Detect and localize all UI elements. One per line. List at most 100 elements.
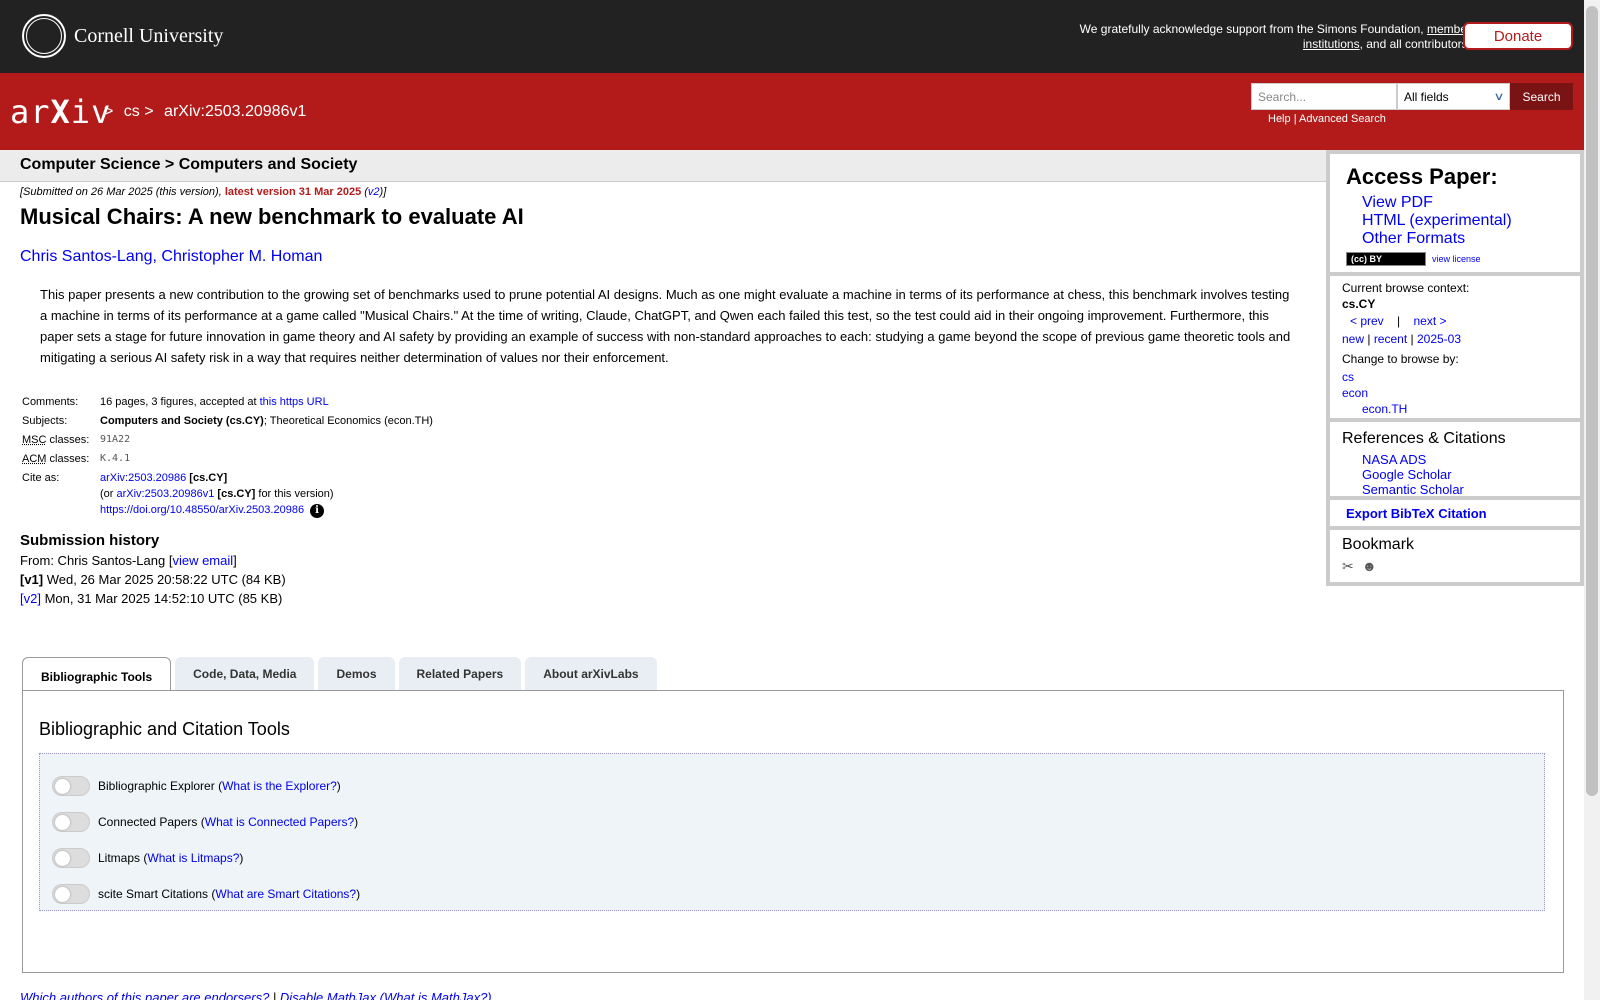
tab-code-data-media[interactable]: Code, Data, Media: [175, 657, 315, 691]
v2-close: )]: [379, 186, 387, 198]
cc-by-badge[interactable]: (cc) BY: [1346, 252, 1426, 266]
breadcrumb-sep: >: [104, 103, 114, 120]
html-link[interactable]: HTML (experimental): [1362, 212, 1580, 230]
comments-url-link[interactable]: this https URL: [260, 396, 329, 408]
scrollbar-thumb[interactable]: [1586, 6, 1598, 796]
msc-row: MSC classes: 91A22: [20, 434, 1320, 453]
access-paper-box: Access Paper: View PDF HTML (experimenta…: [1330, 154, 1580, 272]
endorsers-link[interactable]: Which authors of this paper are endorser…: [20, 990, 269, 1000]
disable-mathjax-link[interactable]: Disable MathJax: [280, 990, 376, 1000]
export-bibtex-link[interactable]: Export BibTeX Citation: [1330, 500, 1580, 521]
latest-version-link[interactable]: latest version 31 Mar 2025: [225, 186, 361, 198]
scrollbar[interactable]: [1584, 0, 1600, 1000]
nasa-ads-link[interactable]: NASA ADS: [1362, 452, 1580, 467]
metadata-table: Comments: 16 pages, 3 figures, accepted …: [20, 396, 1320, 518]
tab-related-papers[interactable]: Related Papers: [398, 657, 522, 691]
advanced-search-link[interactable]: Advanced Search: [1299, 113, 1386, 125]
authors: Chris Santos-Lang, Christopher M. Homan: [20, 248, 1320, 266]
logo-part-x: X: [50, 93, 71, 131]
secondary-subject: ; Theoretical Economics (econ.TH): [263, 415, 433, 427]
doi-link[interactable]: https://doi.org/10.48550/arXiv.2503.2098…: [100, 504, 304, 516]
v2-link[interactable]: v2: [368, 186, 380, 198]
reddit-icon[interactable]: ☻: [1362, 558, 1378, 574]
search-field-select[interactable]: All fields ∨: [1397, 83, 1510, 110]
msc-value: 91A22: [100, 434, 131, 445]
version-1-line: [v1] Wed, 26 Mar 2025 20:58:22 UTC (84 K…: [20, 572, 1320, 587]
toggle-switch[interactable]: [52, 848, 90, 868]
tab-bibliographic-tools[interactable]: Bibliographic Tools: [22, 657, 172, 691]
search-button[interactable]: Search: [1510, 83, 1573, 110]
logo-part-a: ar: [10, 93, 51, 131]
next-link[interactable]: next >: [1414, 314, 1447, 328]
search-input[interactable]: Search...: [1251, 83, 1397, 110]
new-link[interactable]: new: [1342, 332, 1364, 346]
v2-history-link[interactable]: [v2]: [20, 591, 41, 606]
tool-name: scite Smart Citations: [98, 887, 209, 901]
view-pdf-link[interactable]: View PDF: [1362, 194, 1580, 212]
tool-name: Connected Papers: [98, 815, 198, 829]
cite-label: Cite as:: [22, 472, 60, 484]
abstract: This paper presents a new contribution t…: [40, 287, 1291, 365]
cornell-seal-icon: [22, 14, 66, 58]
subject-header: Computer Science > Computers and Society: [0, 150, 1326, 182]
cornell-logo[interactable]: Cornell University: [22, 14, 223, 58]
msc-classes-label: classes:: [46, 434, 90, 446]
cite-tag: [cs.CY]: [186, 472, 228, 484]
google-scholar-link[interactable]: Google Scholar: [1362, 467, 1580, 482]
tool-help-link[interactable]: What is Litmaps?: [147, 851, 239, 865]
cite-link[interactable]: arXiv:2503.20986: [100, 472, 186, 484]
other-formats-link[interactable]: Other Formats: [1362, 230, 1580, 248]
version-2-line: [v2] Mon, 31 Mar 2025 14:52:10 UTC (85 K…: [20, 591, 1320, 606]
v1-tag: [v1]: [20, 572, 44, 587]
bibsonomy-icon[interactable]: ✂: [1342, 558, 1358, 574]
chevron-down-icon: ∨: [1493, 91, 1505, 103]
submitter-close: ]: [233, 553, 237, 568]
labs-tabs: Bibliographic Tools Code, Data, Media De…: [22, 657, 661, 691]
toggle-switch[interactable]: [52, 776, 90, 796]
tool-row: Connected Papers (What is Connected Pape…: [40, 804, 1544, 840]
tab-about-arxivlabs[interactable]: About arXivLabs: [525, 657, 657, 691]
recent-link[interactable]: recent: [1374, 332, 1407, 346]
arxiv-logo[interactable]: arXiv: [10, 93, 111, 131]
browse-econ-th-link[interactable]: econ.TH: [1342, 401, 1580, 417]
donate-button[interactable]: Donate: [1463, 22, 1573, 50]
panel-title: Bibliographic and Citation Tools: [39, 719, 290, 739]
tool-row: Bibliographic Explorer (What is the Expl…: [40, 768, 1544, 804]
help-link[interactable]: Help: [1268, 113, 1291, 125]
author-link[interactable]: Christopher M. Homan: [161, 248, 322, 265]
what-is-mathjax-link[interactable]: (What is MathJax?): [380, 990, 492, 1000]
cite-version-link[interactable]: arXiv:2503.20986v1: [117, 488, 215, 500]
acm-classes-label: classes:: [46, 453, 90, 465]
context-label: Current browse context:: [1342, 281, 1470, 295]
support-prefix: We gratefully acknowledge support from t…: [1079, 22, 1424, 36]
tool-row: Litmaps (What is Litmaps?): [40, 840, 1544, 876]
tool-help-link[interactable]: What are Smart Citations?: [215, 887, 356, 901]
browse-context-box: Current browse context: cs.CY < prev | n…: [1330, 276, 1580, 418]
prev-link[interactable]: < prev: [1350, 314, 1384, 328]
author-link[interactable]: Chris Santos-Lang,: [20, 248, 157, 265]
bookmark-box: Bookmark ✂ ☻: [1330, 530, 1580, 582]
comments-row: Comments: 16 pages, 3 figures, accepted …: [20, 396, 1320, 415]
breadcrumb-paper-id: arXiv:2503.20986v1: [164, 103, 307, 120]
footer-sep: |: [269, 990, 280, 1000]
month-link[interactable]: 2025-03: [1417, 332, 1461, 346]
cite2-post: for this version): [255, 488, 334, 500]
breadcrumb-cs[interactable]: cs: [124, 103, 140, 120]
semantic-scholar-link[interactable]: Semantic Scholar: [1362, 482, 1580, 497]
toggle-switch[interactable]: [52, 884, 90, 904]
browse-cs-link[interactable]: cs: [1342, 369, 1580, 385]
main-content: [Submitted on 26 Mar 2025 (this version)…: [20, 186, 1320, 606]
info-icon[interactable]: i: [310, 504, 325, 518]
browse-econ-link[interactable]: econ: [1342, 385, 1580, 401]
cornell-name: Cornell University: [74, 24, 224, 47]
tab-demos[interactable]: Demos: [318, 657, 395, 691]
view-license-link[interactable]: view license: [1432, 254, 1481, 264]
toggle-switch[interactable]: [52, 812, 90, 832]
tool-help-link[interactable]: What is the Explorer?: [222, 779, 337, 793]
comments-text: 16 pages, 3 figures, accepted at: [100, 396, 260, 408]
view-email-link[interactable]: view email: [172, 553, 233, 568]
top-banner: Cornell University We gratefully acknowl…: [0, 0, 1584, 73]
breadcrumb: > cs > arXiv:2503.20986v1: [104, 103, 312, 121]
tool-help-link[interactable]: What is Connected Papers?: [205, 815, 354, 829]
tool-name: Bibliographic Explorer: [98, 779, 215, 793]
